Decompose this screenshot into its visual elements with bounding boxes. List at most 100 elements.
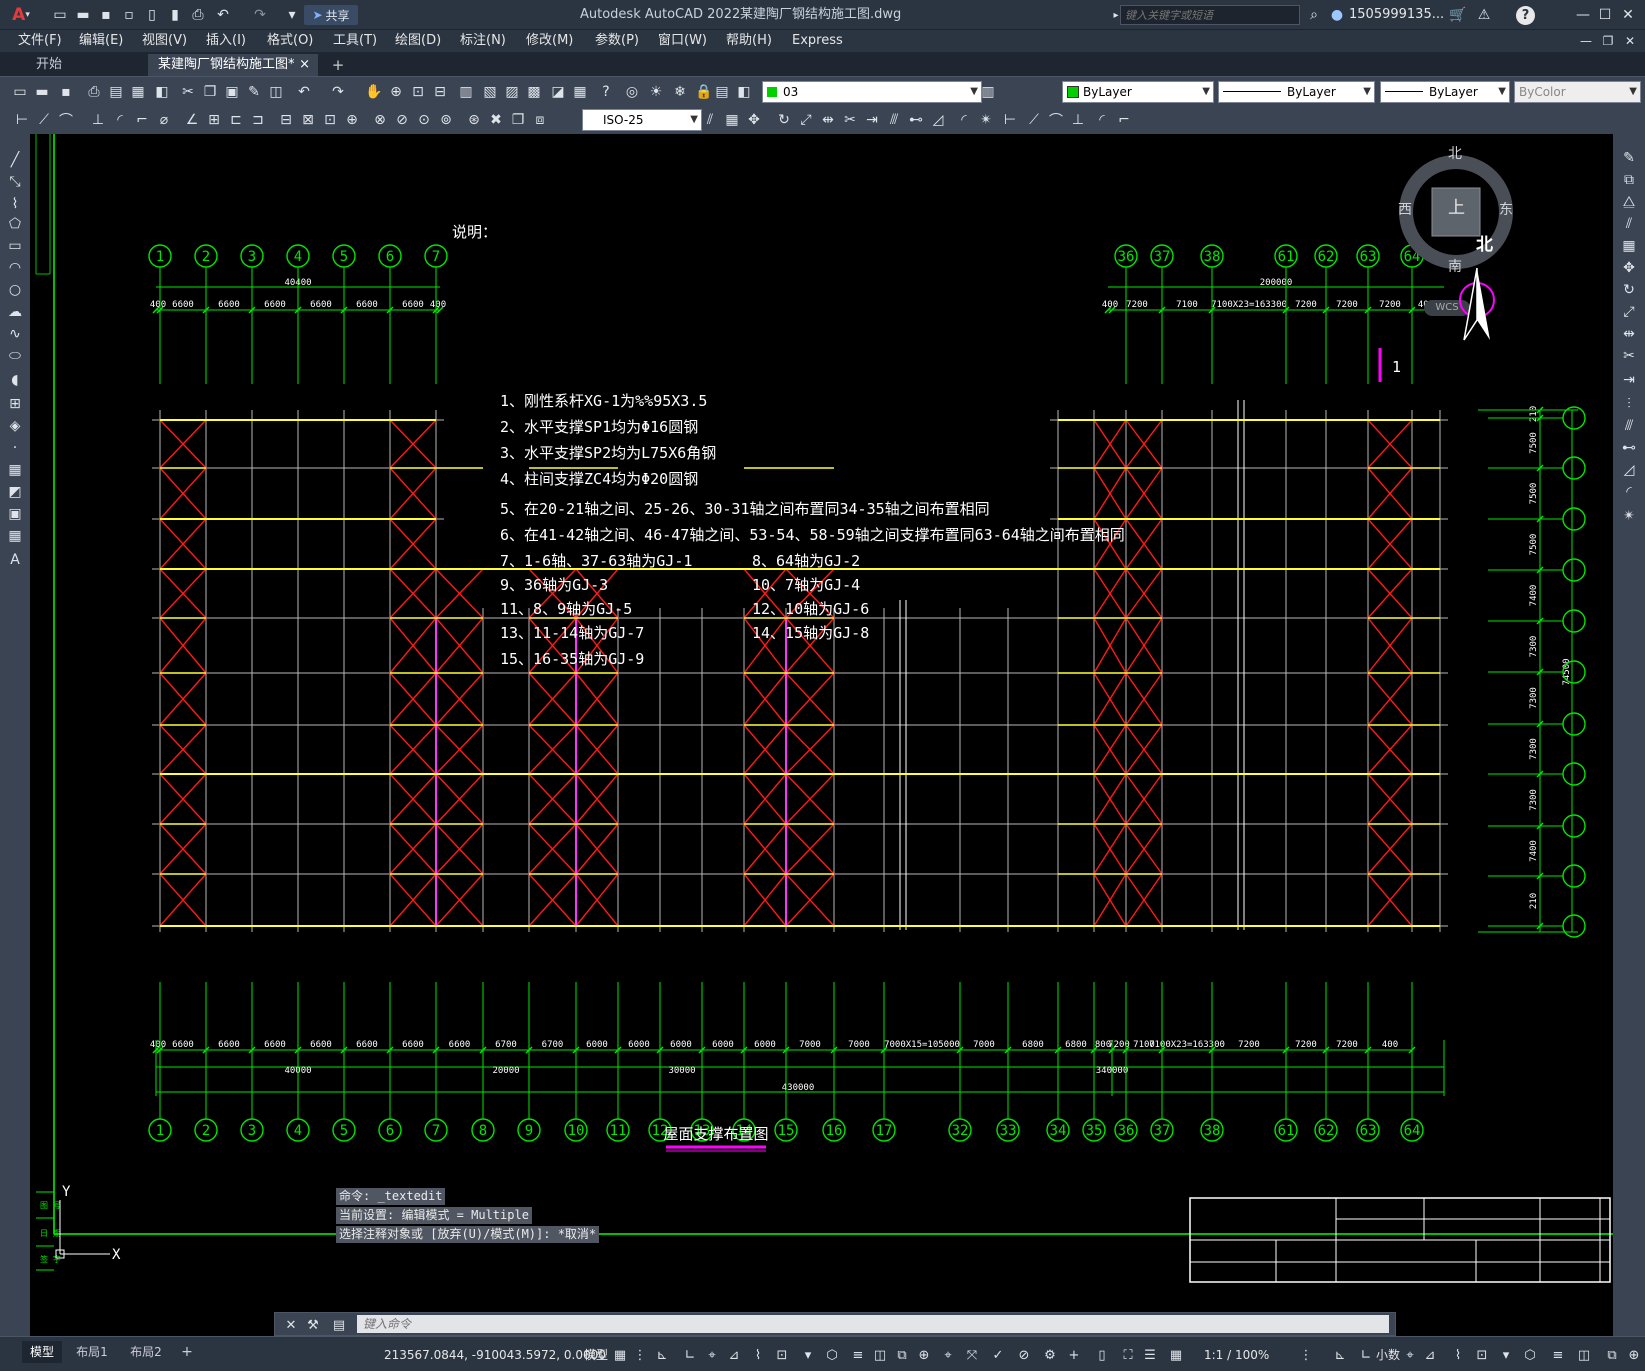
dimstyle-dropdown[interactable]: ISO-25 ▼ [582, 109, 702, 131]
grid-icon[interactable]: ▦ [1166, 1345, 1186, 1365]
hardware-icon[interactable]: ▯ [1092, 1345, 1112, 1365]
osnap-menu-icon[interactable]: ▾ [798, 1345, 818, 1365]
dim-edit-icon[interactable]: ⊙ [414, 110, 434, 130]
autocad-logo-icon[interactable]: A ▾ [4, 4, 38, 26]
drawing-canvas[interactable]: 图 号日 期签 字 400 6600 6600 6600 6600 6600 6600 660… [30, 134, 1613, 1336]
zoom-realtime-icon[interactable]: ⊕ [386, 82, 406, 102]
3dosnap-icon[interactable]: ⬡ [1520, 1345, 1540, 1365]
plotstyle-dropdown[interactable]: ByColor ▼ [1514, 81, 1641, 103]
quick-dim-icon[interactable]: ⊞ [204, 110, 224, 130]
add-layout-button[interactable]: + [178, 1341, 196, 1363]
lock-icon[interactable]: 🔒 [694, 82, 714, 102]
annotation-visibility-icon[interactable]: ⌖ [938, 1345, 958, 1365]
explode-icon[interactable]: ✴ [976, 110, 996, 130]
zoom-window-icon[interactable]: ⊡ [408, 82, 428, 102]
drawing-svg[interactable]: 图 号日 期签 字 400 6600 6600 6600 6600 6600 6600 660… [30, 134, 1613, 1336]
cut-icon[interactable]: ✂ [178, 82, 198, 102]
rectangle-icon[interactable]: ▭ [5, 236, 25, 256]
lineweight-dropdown[interactable]: ByLayer ▼ [1380, 81, 1510, 103]
compass-north[interactable]: 北 [1448, 144, 1462, 164]
line-icon[interactable]: ╱ [5, 150, 25, 170]
transparency-icon[interactable]: ◫ [870, 1345, 890, 1365]
menu-help[interactable]: 帮助(H) [726, 30, 772, 52]
chamfer-icon[interactable]: ◿ [928, 110, 948, 130]
center-mark-icon[interactable]: ⊕ [342, 110, 362, 130]
revcloud-icon[interactable]: ☁ [5, 302, 25, 322]
isodraft-icon[interactable]: ⊿ [724, 1345, 744, 1365]
stretch-icon[interactable]: ⇹ [1619, 324, 1639, 344]
preview-icon[interactable]: ▤ [106, 82, 126, 102]
grid-icon[interactable]: ▦ [610, 1345, 630, 1365]
jogged-linear-icon[interactable]: ⊘ [392, 110, 412, 130]
fillet-icon[interactable]: ◜ [954, 110, 974, 130]
snap-icon[interactable]: ⋮ [630, 1345, 650, 1365]
3dosnap-icon[interactable]: ⬡ [822, 1345, 842, 1365]
track-icon[interactable]: ⌇ [748, 1345, 768, 1365]
linetype-dropdown[interactable]: ByLayer ▼ [1218, 81, 1375, 103]
track-icon[interactable]: ⌇ [1448, 1345, 1468, 1365]
customize-icon[interactable]: + [1064, 1345, 1084, 1365]
dim-angular-icon[interactable]: ∠ [182, 110, 202, 130]
infer-icon[interactable]: ⊾ [1330, 1345, 1350, 1365]
dim-break-icon[interactable]: ⊠ [298, 110, 318, 130]
construction-line-icon[interactable]: ⤡ [5, 172, 25, 192]
command-close-icon[interactable]: ✕ [281, 1315, 301, 1335]
cart-icon[interactable]: 🛒 [1448, 5, 1468, 25]
dim-arc-icon[interactable]: ⌒ [56, 110, 76, 130]
open-file-icon[interactable]: ▬ [73, 5, 93, 25]
dim-aligned-icon[interactable]: ⟋ [1024, 110, 1044, 130]
move-icon[interactable]: ✥ [744, 110, 764, 130]
point-icon[interactable]: · [5, 438, 25, 458]
dim-aligned-icon[interactable]: ⟋ [34, 110, 54, 130]
redo-icon[interactable]: ↷ [250, 5, 270, 25]
tab-start[interactable]: 开始 [18, 54, 146, 76]
make-block-icon[interactable]: ◈ [5, 416, 25, 436]
dim-ordinate-icon[interactable]: ⊥ [1068, 110, 1088, 130]
insert-block-icon[interactable]: ⊞ [5, 394, 25, 414]
erase-icon[interactable]: ✖ [486, 110, 506, 130]
compass-east[interactable]: 东 [1499, 200, 1513, 220]
plot-icon[interactable]: ⎙ [188, 5, 208, 25]
extend-icon[interactable]: ⇥ [862, 110, 882, 130]
menu-format[interactable]: 格式(O) [267, 30, 313, 52]
search-input[interactable] [1120, 5, 1300, 25]
dim-diameter-icon[interactable]: ⌀ [154, 110, 174, 130]
menu-draw[interactable]: 绘图(D) [395, 30, 441, 52]
hatch-icon[interactable]: ▦ [5, 460, 25, 480]
gradient-icon[interactable]: ◩ [5, 482, 25, 502]
fullscreen-icon[interactable]: ⛶ [1118, 1345, 1138, 1365]
web-save-icon[interactable]: ▮ [165, 5, 185, 25]
save-as-icon[interactable]: ▫ [119, 5, 139, 25]
color-dropdown[interactable]: ByLayer ▼ [1062, 81, 1214, 103]
menu-express[interactable]: Express [792, 30, 843, 52]
array-icon[interactable]: ▦ [722, 110, 742, 130]
close-icon[interactable]: ✕ [1618, 5, 1638, 25]
layer-dropdown[interactable]: 03 ▼ [762, 81, 982, 103]
search-icon[interactable]: ⌕ [1304, 5, 1324, 25]
help-button[interactable]: ? [1516, 6, 1535, 25]
paste-icon[interactable]: ▣ [222, 82, 242, 102]
user-icon[interactable]: ● [1327, 5, 1347, 25]
dim-radius-icon[interactable]: ◜ [1092, 110, 1112, 130]
new-file-icon[interactable]: ▭ [50, 5, 70, 25]
menu-insert[interactable]: 插入(I) [206, 30, 246, 52]
layer-properties-icon[interactable]: ◎ [622, 82, 642, 102]
transparency-icon[interactable]: ◫ [1574, 1345, 1594, 1365]
dim-jogged-icon[interactable]: ⌐ [132, 110, 152, 130]
inspect-icon[interactable]: ⊗ [370, 110, 390, 130]
extend-icon[interactable]: ⇥ [1619, 370, 1639, 390]
mtext-icon[interactable]: A [5, 550, 25, 570]
quick-access-dropdown-icon[interactable]: ▾ [282, 5, 302, 25]
gizmo-icon[interactable]: ⊕ [914, 1345, 934, 1365]
infer-icon[interactable]: ⊾ [652, 1345, 672, 1365]
menu-icon[interactable]: ☰ [1140, 1345, 1160, 1365]
mirror-icon[interactable]: ⧋ [1619, 192, 1639, 212]
offset-icon[interactable]: ⫽ [700, 110, 720, 130]
publish-icon[interactable]: ▦ [128, 82, 148, 102]
scale-icon[interactable]: ⤢ [1619, 302, 1639, 322]
osnap-icon[interactable]: ⊡ [772, 1345, 792, 1365]
baseline-icon[interactable]: ⊏ [226, 110, 246, 130]
annotation-scale[interactable]: 1:1 / 100% [1204, 1345, 1269, 1365]
menu-modify[interactable]: 修改(M) [526, 30, 573, 52]
spline-icon[interactable]: ∿ [5, 324, 25, 344]
